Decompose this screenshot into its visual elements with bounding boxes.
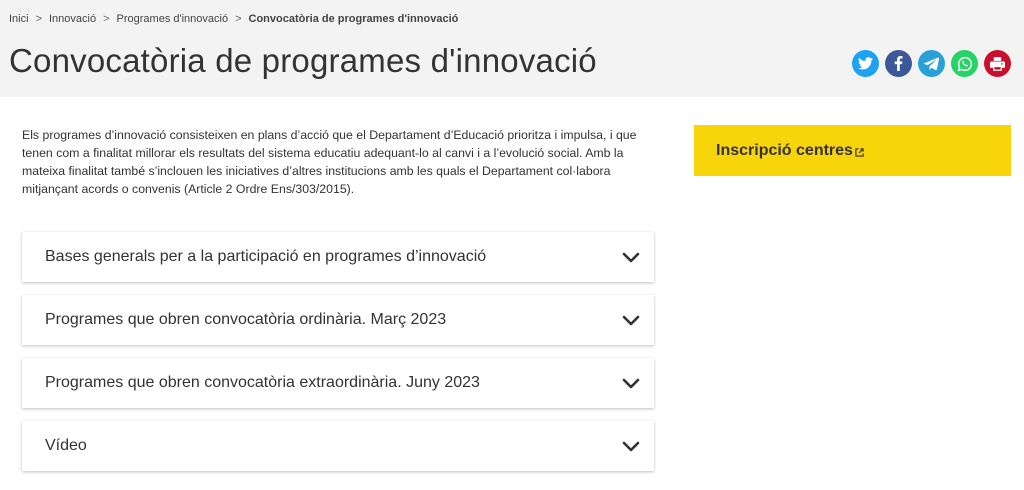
breadcrumb-item-programes[interactable]: Programes d'innovació (117, 13, 229, 25)
accordion-item-bases[interactable]: Bases generals per a la participació en … (22, 232, 654, 282)
accordion-item-video[interactable]: Vídeo (22, 421, 654, 471)
facebook-share-button[interactable] (885, 50, 912, 77)
chevron-down-icon (622, 251, 640, 263)
accordion-label: Bases generals per a la participació en … (45, 248, 487, 265)
accordion-item-extraordinaria[interactable]: Programes que obren convocatòria extraor… (22, 358, 654, 408)
chevron-down-icon (622, 440, 640, 452)
accordion-label: Programes que obren convocatòria extraor… (45, 374, 480, 391)
breadcrumb-item-innovacio[interactable]: Innovació (49, 13, 96, 25)
breadcrumb-item-inici[interactable]: Inici (9, 13, 29, 25)
accordion-label: Vídeo (45, 437, 87, 454)
telegram-icon (924, 57, 939, 70)
whatsapp-share-button[interactable] (951, 50, 978, 77)
share-buttons (852, 50, 1011, 77)
page-header: Inici > Innovació > Programes d'innovaci… (0, 0, 1024, 97)
breadcrumb-separator: > (35, 13, 42, 25)
print-share-button[interactable] (984, 50, 1011, 77)
intro-paragraph: Els programes d’innovació consisteixen e… (22, 128, 637, 196)
whatsapp-icon (957, 56, 972, 71)
external-link-icon (855, 148, 864, 157)
breadcrumb-separator: > (103, 13, 110, 25)
cta-label: Inscripció centres (716, 141, 853, 159)
accordion-label: Programes que obren convocatòria ordinàr… (45, 311, 447, 328)
breadcrumb: Inici > Innovació > Programes d'innovaci… (9, 13, 458, 25)
print-icon (990, 56, 1005, 71)
chevron-down-icon (622, 377, 640, 389)
accordion-item-ordinaria[interactable]: Programes que obren convocatòria ordinàr… (22, 295, 654, 345)
breadcrumb-separator: > (235, 13, 242, 25)
inscripcio-centres-button[interactable]: Inscripció centres (694, 125, 1011, 176)
accordion: Bases generals per a la participació en … (22, 232, 654, 484)
chevron-down-icon (622, 314, 640, 326)
breadcrumb-current: Convocatòria de programes d'innovació (248, 13, 459, 25)
twitter-share-button[interactable] (852, 50, 879, 77)
twitter-icon (858, 57, 873, 70)
facebook-icon (894, 56, 903, 71)
page-title: Convocatòria de programes d'innovació (9, 42, 597, 79)
telegram-share-button[interactable] (918, 50, 945, 77)
